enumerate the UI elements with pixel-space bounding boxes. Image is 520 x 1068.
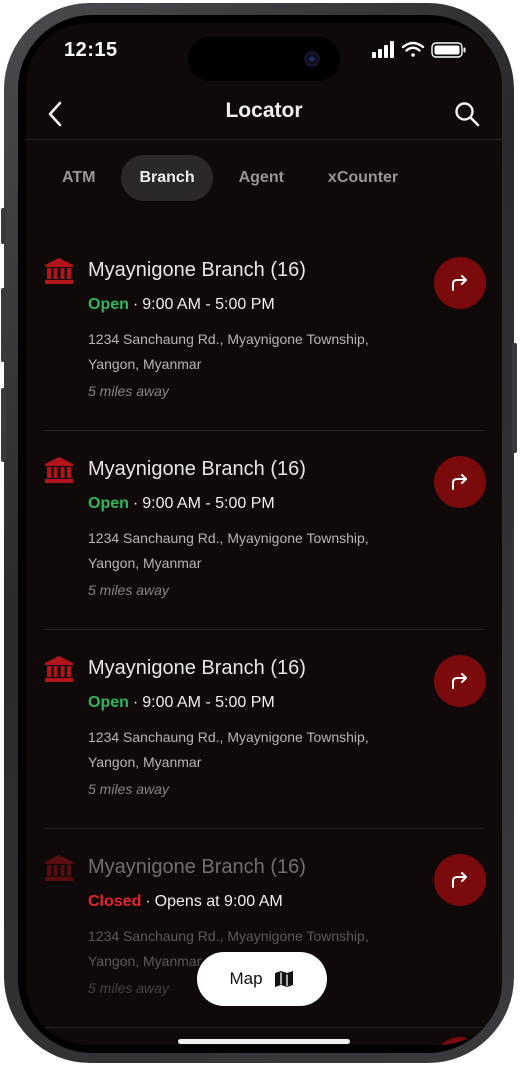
tab-xcounter[interactable]: xCounter (310, 155, 416, 201)
directions-arrow-icon (452, 872, 467, 888)
directions-button[interactable] (434, 257, 486, 309)
hours-line: Closed · Opens at 9:00 AM (88, 893, 283, 911)
search-button[interactable] (452, 99, 482, 129)
nav-bar: Locator (26, 93, 502, 139)
directions-button[interactable] (434, 854, 486, 906)
location-name: Myaynigone Branch (16) (88, 259, 306, 281)
address-line-1: 1234 Sanchaung Rd., Myaynigone Township, (88, 928, 369, 944)
hours-line: Open · 9:00 AM - 5:00 PM (88, 694, 275, 712)
address: 1234 Sanchaung Rd., Myaynigone Township,… (88, 725, 408, 775)
map-button-label: Map (229, 969, 263, 988)
app-screen: 12:15 Locator ATM Branch Agent xCounter … (26, 23, 502, 1045)
address: 1234 Sanchaung Rd., Myaynigone Township,… (88, 526, 408, 576)
distance-label: 5 miles away (88, 781, 169, 797)
list-item[interactable]: Myaynigone Branch (16) Open · 9:00 AM - 5:… (44, 233, 486, 431)
separator-dot: · (145, 893, 151, 910)
directions-arrow-icon (452, 673, 467, 689)
search-icon (455, 102, 480, 127)
list-item[interactable]: Myaynigone Branch (16) Open · 9:00 AM - 5:… (44, 631, 486, 829)
power-button (512, 343, 517, 453)
locator-tabs: ATM Branch Agent xCounter (44, 155, 416, 201)
list-divider (44, 1027, 484, 1028)
directions-button-partial[interactable] (434, 1037, 486, 1045)
address-line-2: Yangon, Myanmar (88, 356, 202, 372)
map-button[interactable]: Map (197, 952, 327, 1006)
list-divider (44, 629, 484, 630)
status-time: 12:15 (64, 39, 118, 61)
distance-label: 5 miles away (88, 383, 169, 399)
directions-button[interactable] (434, 456, 486, 508)
location-name: Myaynigone Branch (16) (88, 458, 306, 480)
location-name: Myaynigone Branch (16) (88, 657, 306, 679)
directions-arrow-icon (452, 275, 467, 291)
status-badge: Open (88, 694, 129, 711)
camera-icon (304, 51, 320, 67)
separator-dot: · (132, 495, 139, 512)
address-line-2: Yangon, Myanmar (88, 555, 202, 571)
bank-icon (45, 855, 73, 881)
volume-down-button (1, 388, 6, 462)
list-divider (44, 828, 484, 829)
status-badge: Closed (88, 893, 142, 910)
dynamic-island (188, 37, 340, 81)
status-icons (372, 41, 472, 59)
address-line-1: 1234 Sanchaung Rd., Myaynigone Township, (88, 331, 369, 347)
home-indicator[interactable] (178, 1039, 350, 1044)
bank-icon (45, 457, 73, 483)
opening-hours: 9:00 AM - 5:00 PM (142, 694, 275, 711)
directions-button[interactable] (434, 655, 486, 707)
location-name: Myaynigone Branch (16) (88, 856, 306, 878)
bank-icon (45, 656, 73, 682)
action-button (1, 208, 6, 244)
volume-up-button (1, 288, 6, 362)
address: 1234 Sanchaung Rd., Myaynigone Township,… (88, 327, 408, 377)
distance-label: 5 miles away (88, 582, 169, 598)
list-item[interactable]: Myaynigone Branch (16) Open · 9:00 AM - 5:… (44, 432, 486, 630)
address-line-2: Yangon, Myanmar (88, 754, 202, 770)
tab-agent[interactable]: Agent (221, 155, 302, 201)
distance-label: 5 miles away (88, 980, 169, 996)
hours-line: Open · 9:00 AM - 5:00 PM (88, 296, 275, 314)
map-icon (274, 971, 293, 987)
address-line-1: 1234 Sanchaung Rd., Myaynigone Township, (88, 530, 369, 546)
tab-atm[interactable]: ATM (44, 155, 113, 201)
opening-hours: 9:00 AM - 5:00 PM (142, 296, 275, 313)
nav-divider (26, 139, 502, 140)
opening-hours: Opens at 9:00 AM (154, 893, 283, 910)
list-divider (44, 430, 484, 431)
separator-dot: · (132, 694, 139, 711)
signal-icon (372, 41, 394, 58)
status-badge: Open (88, 495, 129, 512)
wifi-icon (401, 41, 425, 57)
status-badge: Open (88, 296, 129, 313)
directions-arrow-icon (452, 474, 467, 490)
battery-icon (431, 42, 466, 58)
hours-line: Open · 9:00 AM - 5:00 PM (88, 495, 275, 513)
opening-hours: 9:00 AM - 5:00 PM (142, 495, 275, 512)
phone-frame: 12:15 Locator ATM Branch Agent xCounter … (1, 3, 517, 1063)
tab-branch[interactable]: Branch (121, 155, 213, 201)
address-line-1: 1234 Sanchaung Rd., Myaynigone Township, (88, 729, 369, 745)
separator-dot: · (132, 296, 139, 313)
page-title: Locator (225, 99, 303, 122)
bank-icon (45, 258, 73, 284)
